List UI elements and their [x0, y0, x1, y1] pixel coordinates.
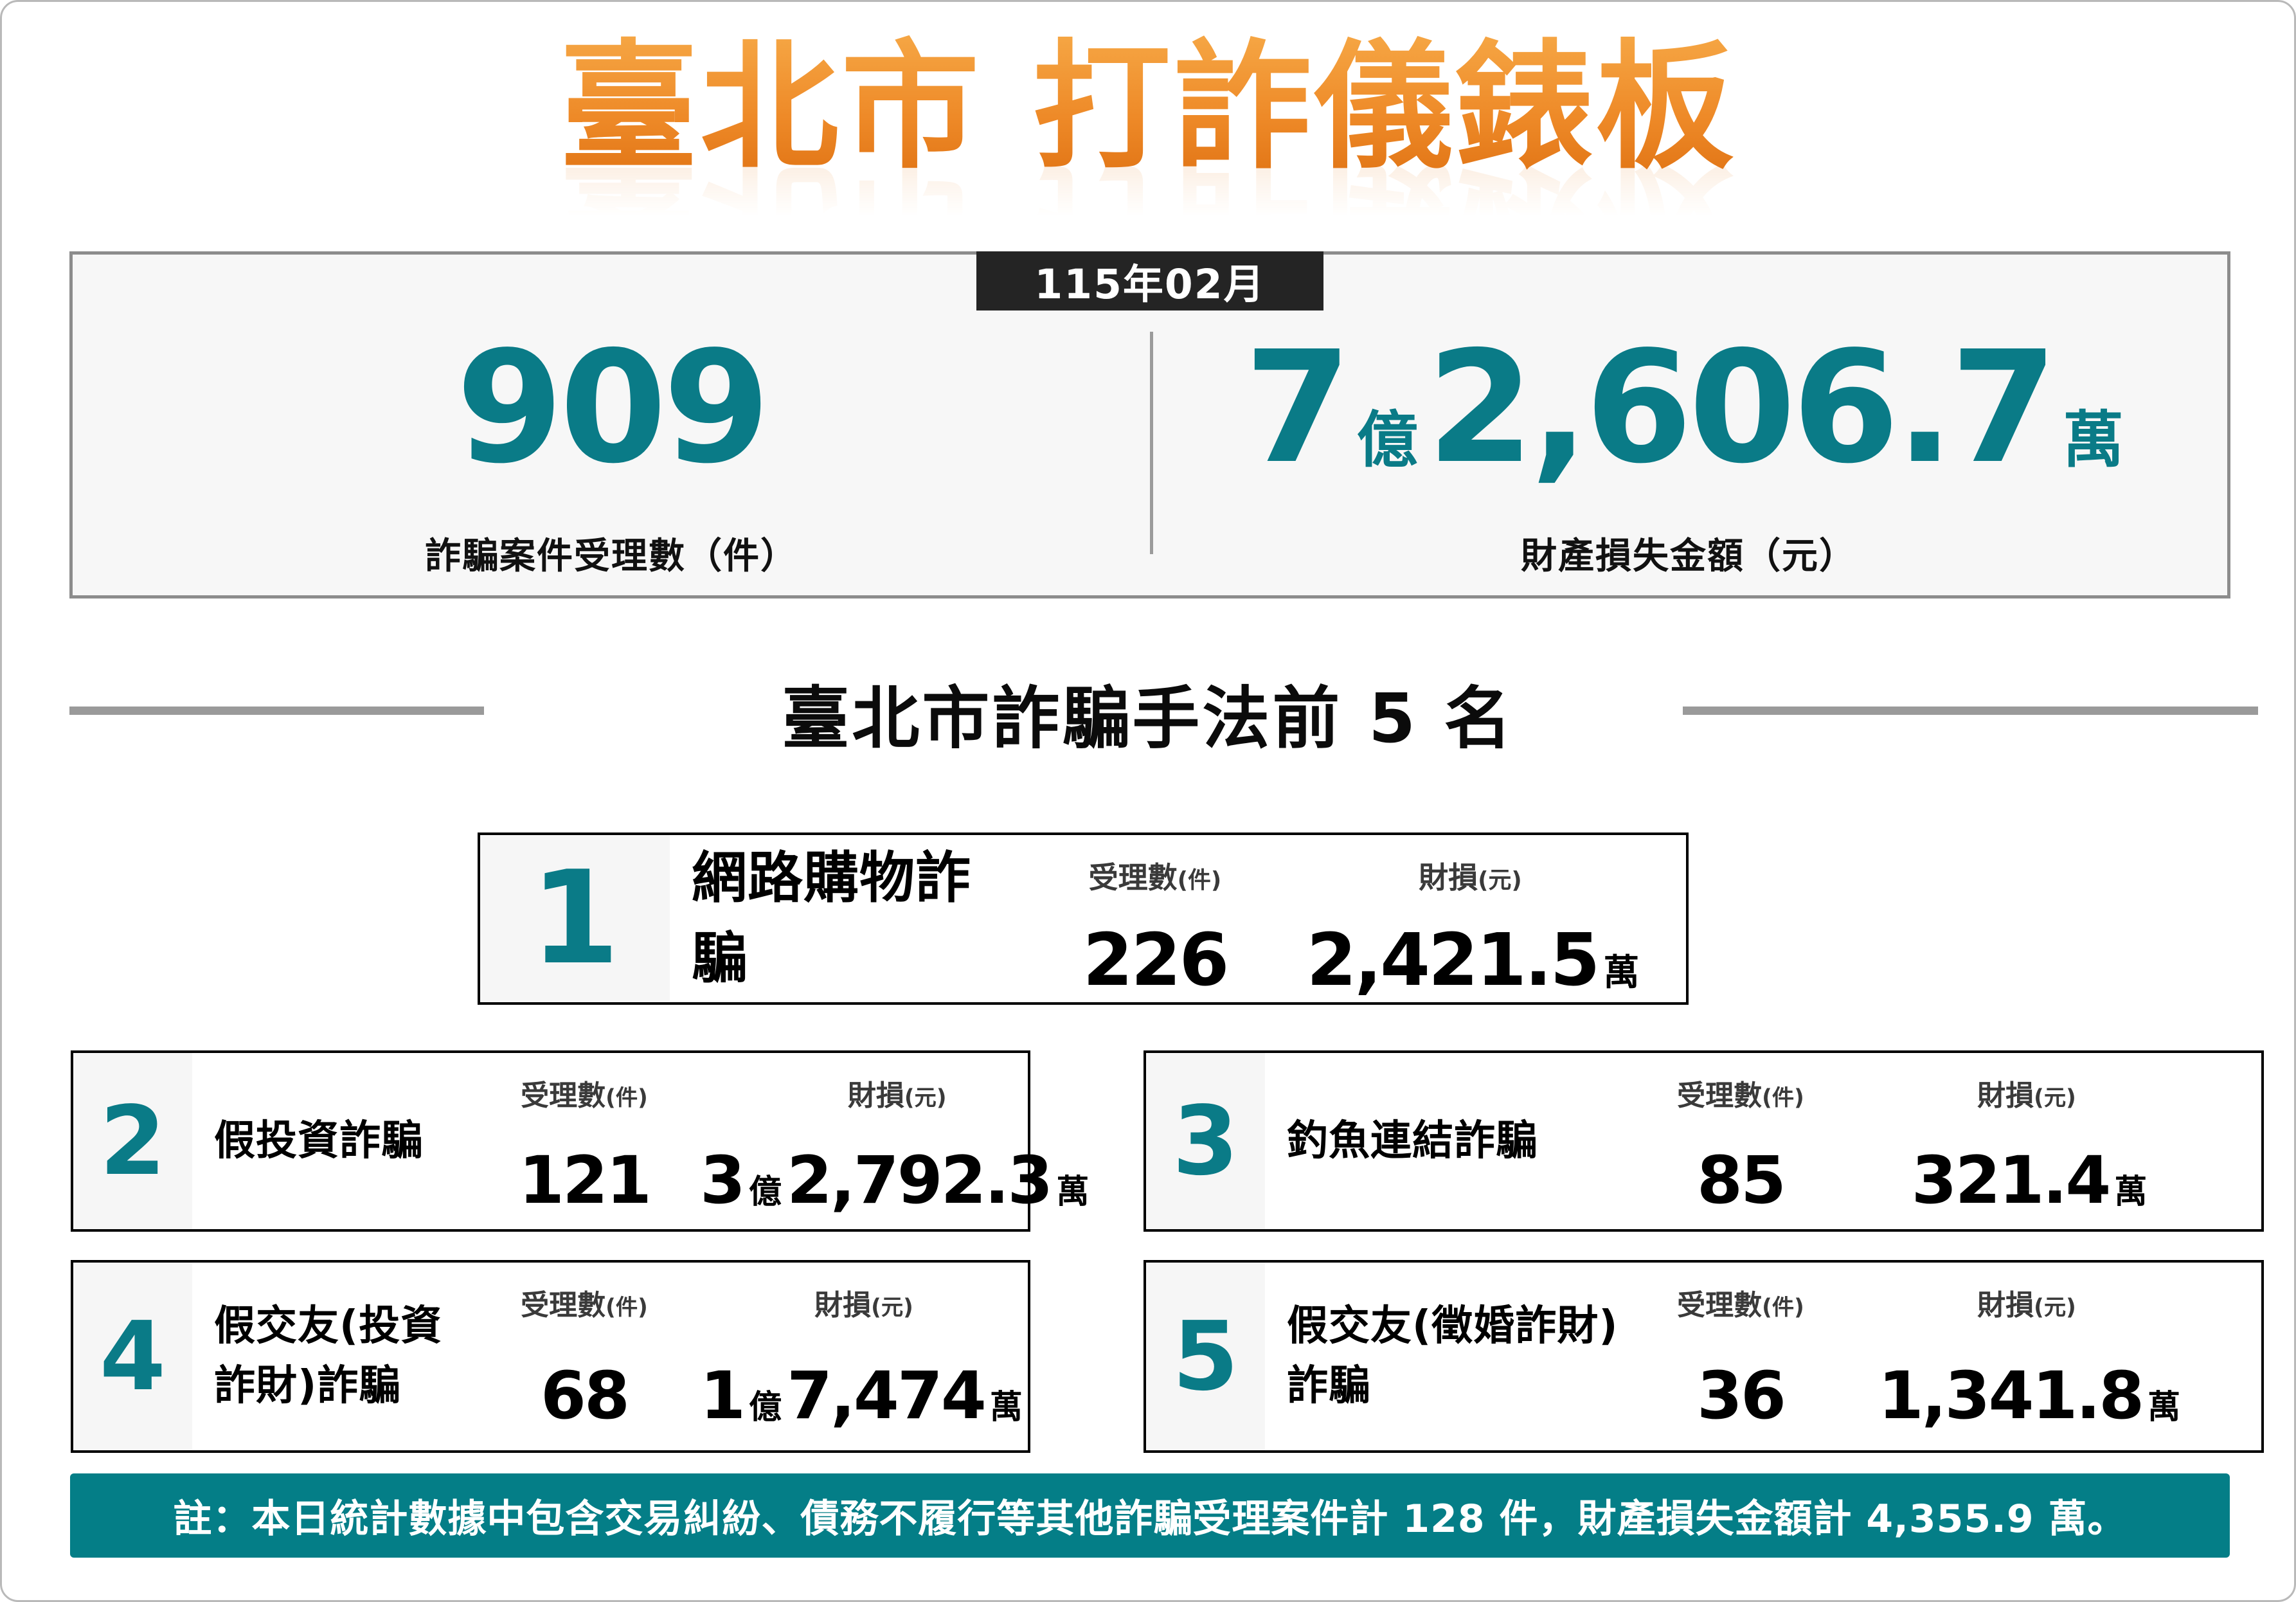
- loss-value: 1 億7,474 萬: [700, 1354, 1028, 1429]
- stat-cases-value: 909: [456, 318, 771, 498]
- loss-wan-unit: 萬: [2063, 405, 2124, 476]
- loss-value: 3 億2,792.3 萬: [700, 1139, 1094, 1214]
- loss-wan-value: 2,606.7: [1426, 318, 2058, 498]
- loss-yi-value: 7: [1244, 318, 1352, 498]
- cases-value: 121: [519, 1142, 652, 1219]
- loss-yi-unit: 億: [1356, 405, 1418, 476]
- cases-header-main: 受理數: [1677, 1289, 1762, 1322]
- loss-column-header: 財損(元): [700, 1263, 1028, 1323]
- cases-column-header: 受理數(件): [1625, 1263, 1856, 1323]
- loss-value: 321.4 萬: [1856, 1139, 2197, 1214]
- loss-wan-unit: 萬: [1603, 951, 1640, 994]
- period-badge: 115年02月: [976, 251, 1323, 310]
- loss-header-main: 財損: [814, 1289, 872, 1322]
- loss-column-header: 財損(元): [1856, 1263, 2197, 1323]
- fraud-rank-card-1: 1 網路購物詐騙 受理數(件) 財損(元) 226 2,421.5 萬: [478, 833, 1689, 1005]
- fraud-rank-card-4: 4 假交友(投資詐財)詐騙 受理數(件) 財損(元) 68 1 億7,474 萬: [71, 1260, 1030, 1453]
- loss-column-header: 財損(元): [700, 1053, 1094, 1113]
- cases-header-sub: (件): [605, 1295, 648, 1320]
- loss-yi-value: 1: [700, 1358, 746, 1434]
- cases-column-header: 受理數(件): [469, 1263, 700, 1323]
- rank-number: 5: [1146, 1263, 1265, 1450]
- loss-wan-unit: 萬: [1056, 1173, 1090, 1211]
- fraud-rank-card-5: 5 假交友(徵婚詐財)詐騙 受理數(件) 財損(元) 36 1,341.8 萬: [1144, 1260, 2264, 1453]
- loss-column-header: 財損(元): [1293, 835, 1647, 897]
- vertical-divider: [1150, 332, 1153, 554]
- rank-number: 3: [1146, 1053, 1265, 1229]
- dashboard-page: 臺北市 打詐儀錶板 臺北市 打詐儀錶板 115年02月 909 詐騙案件受理數（…: [0, 0, 2296, 1602]
- cases-header-sub: (件): [1762, 1295, 1804, 1320]
- cases-value: 68: [541, 1358, 630, 1434]
- loss-header-sub: (元): [2034, 1085, 2076, 1111]
- loss-column-header: 財損(元): [1856, 1053, 2197, 1113]
- fraud-method-name: 網路購物詐騙: [692, 846, 971, 991]
- loss-header-main: 財損: [847, 1079, 904, 1112]
- stat-cases-label: 詐騙案件受理數（件）: [425, 536, 798, 577]
- summary-panel: 115年02月 909 詐騙案件受理數（件） 7 億2,606.7 萬 財產損失金額…: [69, 251, 2230, 598]
- page-title-area: 臺北市 打詐儀錶板 臺北市 打詐儀錶板: [2, 17, 2294, 256]
- page-title-reflection: 臺北市 打詐儀錶板: [2, 136, 2294, 256]
- cases-header-main: 受理數: [521, 1079, 606, 1112]
- loss-header-main: 財損: [1419, 860, 1478, 895]
- fraud-method-name: 假投資詐騙: [214, 1117, 423, 1165]
- cases-header-sub: (件): [1177, 867, 1222, 894]
- cases-value: 226: [1082, 918, 1230, 1002]
- loss-wan-value: 7,474: [787, 1358, 987, 1434]
- loss-wan-value: 2,421.5: [1306, 918, 1601, 1002]
- rank-number: 2: [73, 1053, 192, 1229]
- fraud-method-name: 釣魚連結詐騙: [1287, 1117, 1538, 1165]
- footnote-banner: 註：本日統計數據中包含交易糾紛、債務不履行等其他詐騙受理案件計 128 件，財產…: [70, 1473, 2230, 1558]
- loss-header-sub: (元): [2034, 1295, 2076, 1320]
- right-divider-line: [1683, 706, 2258, 715]
- loss-wan-unit: 萬: [2114, 1173, 2148, 1211]
- loss-header-main: 財損: [1977, 1079, 2034, 1112]
- fraud-method-name: 假交友(徵婚詐財)詐騙: [1287, 1302, 1619, 1410]
- cases-column-header: 受理數(件): [1017, 835, 1293, 897]
- cases-header-sub: (件): [605, 1085, 648, 1111]
- rank-number: 1: [480, 835, 670, 1002]
- cases-value: 36: [1697, 1358, 1786, 1434]
- ranking-section-header: 臺北市詐騙手法前 5 名: [2, 664, 2294, 767]
- loss-yi-value: 3: [700, 1142, 746, 1219]
- cases-column-header: 受理數(件): [469, 1053, 700, 1113]
- loss-header-sub: (元): [871, 1295, 913, 1320]
- loss-header-main: 財損: [1977, 1289, 2034, 1322]
- loss-value: 2,421.5 萬: [1293, 915, 1647, 996]
- stat-loss-value: 7 億2,606.7 萬: [1244, 330, 2133, 485]
- fraud-rank-card-2: 2 假投資詐騙 受理數(件) 財損(元) 121 3 億2,792.3 萬: [71, 1050, 1089, 1232]
- cases-header-main: 受理數: [521, 1289, 606, 1322]
- loss-wan-value: 321.4: [1911, 1142, 2112, 1219]
- cases-header-sub: (件): [1762, 1085, 1804, 1111]
- cases-header-main: 受理數: [1088, 860, 1178, 895]
- loss-yi-unit: 億: [748, 1173, 782, 1211]
- loss-wan-value: 1,341.8: [1878, 1358, 2144, 1434]
- loss-wan-unit: 萬: [2148, 1389, 2181, 1426]
- stat-loss-label: 財產損失金額（元）: [1521, 536, 1856, 577]
- loss-header-sub: (元): [904, 1085, 947, 1111]
- fraud-method-name: 假交友(投資詐財)詐騙: [214, 1302, 443, 1410]
- cases-header-main: 受理數: [1677, 1079, 1762, 1112]
- loss-value: 1,341.8 萬: [1856, 1354, 2197, 1429]
- footnote-text: 註：本日統計數據中包含交易糾紛、債務不履行等其他詐騙受理案件計 128 件，財產…: [173, 1497, 2127, 1542]
- loss-wan-unit: 萬: [989, 1389, 1023, 1426]
- cases-column-header: 受理數(件): [1625, 1053, 1856, 1113]
- loss-header-sub: (元): [1478, 867, 1522, 894]
- fraud-rank-card-3: 3 釣魚連結詐騙 受理數(件) 財損(元) 85 321.4 萬: [1144, 1050, 2264, 1232]
- loss-yi-unit: 億: [749, 1389, 782, 1426]
- cases-value: 85: [1697, 1142, 1786, 1219]
- loss-wan-value: 2,792.3: [787, 1142, 1053, 1219]
- rank-number: 4: [73, 1263, 192, 1450]
